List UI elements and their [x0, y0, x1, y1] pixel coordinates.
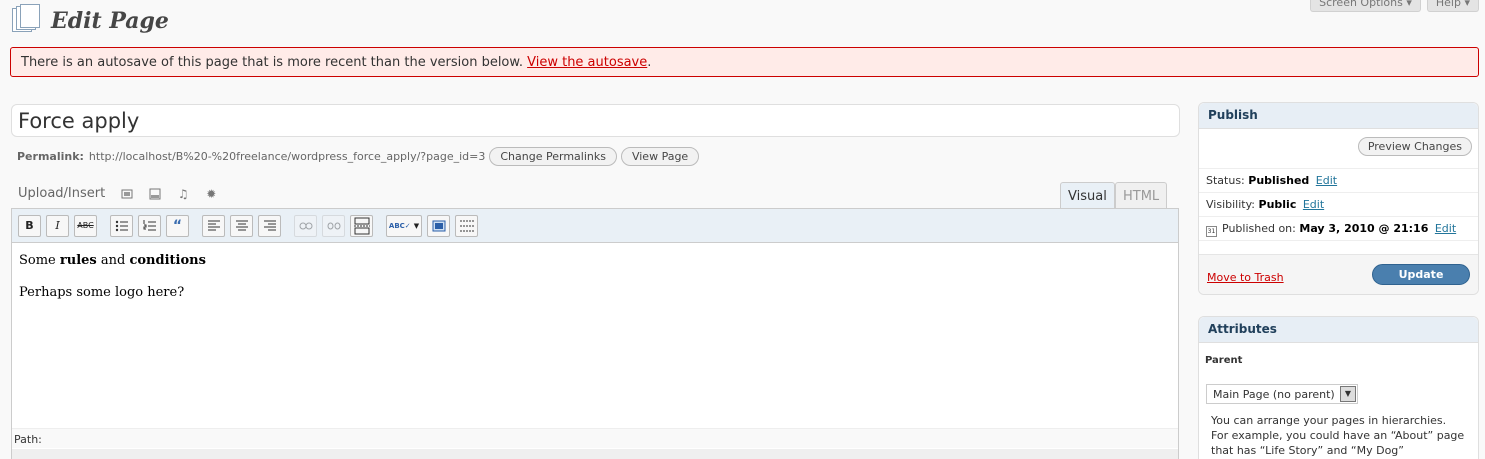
minor-publishing-actions: Preview Changes [1199, 129, 1478, 169]
upload-insert-label: Upload/Insert [18, 186, 106, 201]
unlink-button[interactable] [322, 214, 345, 237]
status-value: Published [1248, 174, 1310, 187]
add-media-icon[interactable]: ✹ [205, 187, 217, 201]
edit-date-link[interactable]: Edit [1435, 222, 1456, 235]
view-page-button[interactable]: View Page [620, 146, 700, 166]
editor-toolbar: B I ABC “ ABC✓ ▼ [12, 209, 1178, 243]
path-label: Path: [14, 433, 42, 446]
add-image-icon[interactable] [121, 188, 133, 200]
editor-status-bar [12, 449, 1178, 459]
edit-visibility-link[interactable]: Edit [1303, 198, 1324, 211]
post-editor: B I ABC “ ABC✓ ▼ Some rules and conditio… [11, 208, 1179, 459]
parent-select[interactable]: Main Page (no parent) ▼ [1206, 384, 1358, 404]
content-paragraph: Perhaps some logo here? [19, 285, 185, 301]
permalink-row: Permalink: http://localhost/B%20-%20free… [17, 145, 700, 167]
fullscreen-button[interactable] [427, 214, 450, 237]
tab-html[interactable]: HTML [1115, 182, 1168, 209]
bold-button[interactable]: B [18, 214, 41, 237]
strikethrough-button[interactable]: ABC [74, 214, 97, 237]
editor-content[interactable]: Some rules and conditions Perhaps some l… [12, 243, 1178, 428]
publish-box: Publish Preview Changes Status: Publishe… [1198, 102, 1479, 295]
chevron-down-icon: ▼ [413, 221, 420, 230]
spellcheck-button[interactable]: ABC✓ ▼ [386, 214, 422, 237]
italic-button[interactable]: I [46, 214, 69, 237]
chevron-down-icon: ▼ [1340, 386, 1356, 402]
attributes-box: Attributes Parent Main Page (no parent) … [1198, 316, 1479, 459]
insert-link-button[interactable] [294, 214, 317, 237]
help-tab[interactable]: Help ▾ [1426, 0, 1479, 12]
pages-icon [12, 4, 42, 36]
visibility-row: Visibility: Public Edit [1199, 193, 1478, 217]
align-left-button[interactable] [202, 214, 225, 237]
move-to-trash-link[interactable]: Move to Trash [1207, 271, 1284, 284]
add-audio-icon[interactable]: ♫ [177, 187, 189, 201]
attributes-heading[interactable]: Attributes [1199, 317, 1478, 343]
update-button[interactable]: Update [1372, 264, 1470, 285]
title-input[interactable]: Force apply [11, 104, 1180, 137]
bullet-list-button[interactable] [110, 214, 133, 237]
align-right-button[interactable] [258, 214, 281, 237]
editor-path-bar: Path: [12, 428, 1178, 448]
calendar-icon: 31 [1206, 226, 1217, 237]
spellcheck-icon: ABC✓ [388, 221, 411, 230]
kitchen-sink-button[interactable] [455, 214, 478, 237]
numbered-list-button[interactable] [138, 214, 161, 237]
add-video-icon[interactable] [149, 188, 161, 200]
change-permalinks-button[interactable]: Change Permalinks [489, 146, 617, 166]
align-center-button[interactable] [230, 214, 253, 237]
permalink-label: Permalink: [17, 149, 84, 163]
major-publishing-actions: Move to Trash Update [1199, 254, 1478, 294]
page-title: Edit Page [51, 8, 169, 34]
publish-heading[interactable]: Publish [1199, 103, 1478, 129]
view-autosave-link[interactable]: View the autosave [527, 55, 647, 70]
parent-description: You can arrange your pages in hierarchie… [1211, 414, 1465, 457]
autosave-notice-text: There is an autosave of this page that i… [21, 55, 523, 70]
screen-options-tab[interactable]: Screen Options ▾ [1310, 0, 1421, 12]
media-buttons: Upload/Insert ♫ ✹ [18, 186, 217, 201]
preview-changes-button[interactable]: Preview Changes [1357, 137, 1472, 156]
tab-visual[interactable]: Visual [1060, 182, 1115, 209]
content-paragraph: Some rules and conditions [19, 253, 206, 268]
blockquote-button[interactable]: “ [166, 214, 189, 237]
visibility-value: Public [1258, 198, 1297, 211]
edit-status-link[interactable]: Edit [1316, 174, 1337, 187]
insert-more-button[interactable] [350, 214, 373, 237]
screen-meta-links: Screen Options ▾ Help ▾ [1310, 0, 1479, 12]
autosave-notice-suffix: . [647, 55, 652, 70]
permalink-url: http://localhost/B%20-%20freelance/wordp… [88, 149, 486, 163]
autosave-notice: There is an autosave of this page that i… [10, 47, 1479, 77]
parent-label: Parent [1205, 355, 1243, 366]
published-on-value: May 3, 2010 @ 21:16 [1299, 222, 1429, 235]
status-row: Status: Published Edit [1199, 169, 1478, 193]
published-on-row: 31 Published on: May 3, 2010 @ 21:16 Edit [1199, 217, 1478, 241]
page-heading: Edit Page [12, 4, 169, 36]
